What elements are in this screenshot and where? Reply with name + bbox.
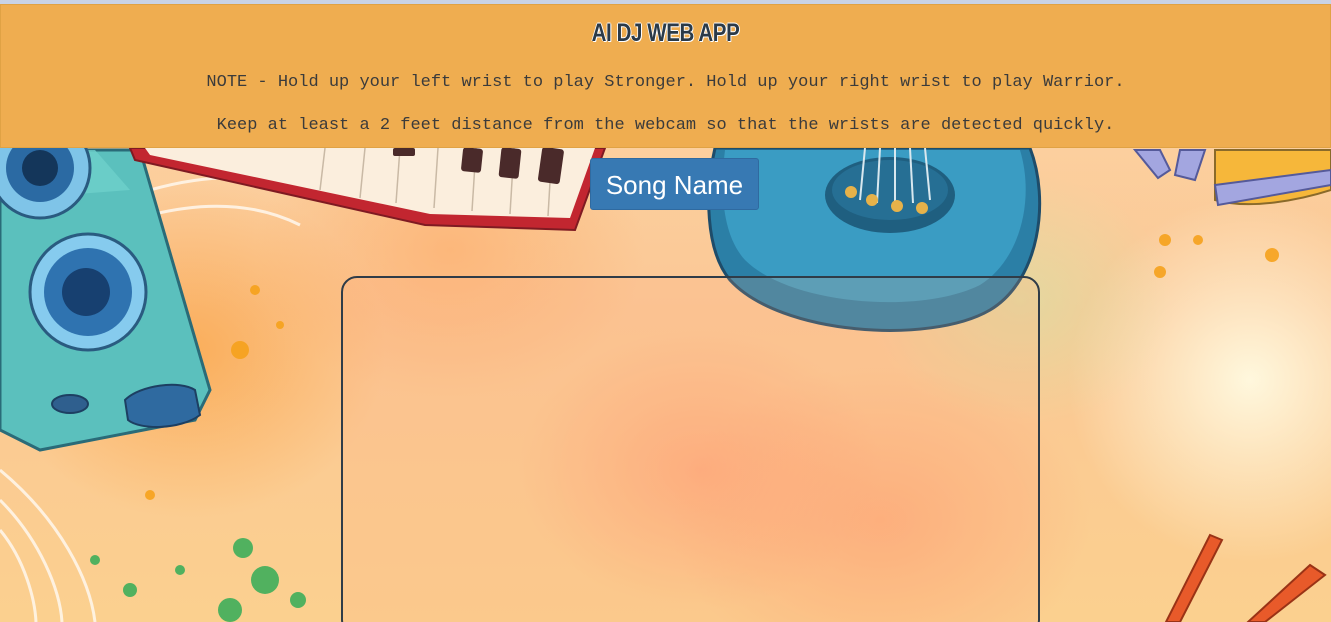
webcam-canvas bbox=[341, 276, 1040, 622]
header-panel: AI DJ WEB APP NOTE - Hold up your left w… bbox=[0, 4, 1331, 148]
instruction-note-line1: NOTE - Hold up your left wrist to play S… bbox=[206, 73, 1125, 92]
green-splatter-icon bbox=[90, 538, 306, 622]
instruction-note-line2: Keep at least a 2 feet distance from the… bbox=[216, 116, 1115, 135]
page-title: AI DJ WEB APP bbox=[591, 19, 740, 47]
song-name-button[interactable]: Song Name bbox=[590, 158, 759, 210]
keyboard-illustration bbox=[128, 147, 607, 232]
drumsticks-illustration bbox=[1132, 149, 1331, 622]
